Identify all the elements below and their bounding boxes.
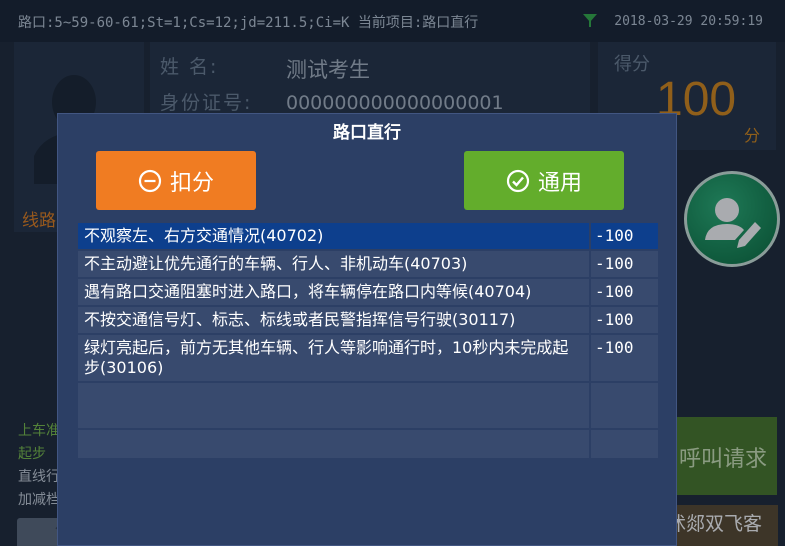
item-text: 不观察左、右方交通情况(40702): [78, 223, 591, 249]
dialog-title: 路口直行: [333, 123, 401, 143]
table-row[interactable]: 不主动避让优先通行的车辆、行人、非机动车(40703) -100: [78, 251, 658, 279]
item-score: -100: [595, 282, 634, 301]
deduction-dialog: 路口直行 扣分 通用 不观察左、右方交通情况(40702) -100 不主动避让…: [57, 113, 677, 546]
table-row[interactable]: 不按交通信号灯、标志、标线或者民警指挥信号行驶(30117) -100: [78, 307, 658, 335]
deduct-button[interactable]: 扣分: [96, 151, 256, 210]
table-row[interactable]: 不观察左、右方交通情况(40702) -100: [78, 223, 658, 251]
pass-label: 通用: [537, 170, 582, 196]
deduction-table: 不观察左、右方交通情况(40702) -100 不主动避让优先通行的车辆、行人、…: [78, 223, 658, 460]
check-circle-icon: [506, 169, 530, 192]
pass-button[interactable]: 通用: [464, 151, 624, 210]
item-score: -100: [595, 310, 634, 329]
item-score: -100: [595, 226, 634, 245]
table-row-empty: [78, 383, 658, 430]
item-score: -100: [595, 338, 634, 357]
deduct-label: 扣分: [169, 170, 214, 196]
minus-circle-icon: [138, 169, 162, 192]
table-row[interactable]: 绿灯亮起后，前方无其他车辆、行人等影响通行时，10秒内未完成起步(30106) …: [78, 335, 658, 383]
item-text: 绿灯亮起后，前方无其他车辆、行人等影响通行时，10秒内未完成起步(30106): [78, 335, 591, 381]
item-text: 不主动避让优先通行的车辆、行人、非机动车(40703): [78, 251, 591, 277]
item-score: -100: [595, 254, 634, 273]
item-text: 不按交通信号灯、标志、标线或者民警指挥信号行驶(30117): [78, 307, 591, 333]
table-row[interactable]: 遇有路口交通阻塞时进入路口，将车辆停在路口内等候(40704) -100: [78, 279, 658, 307]
item-text: 遇有路口交通阻塞时进入路口，将车辆停在路口内等候(40704): [78, 279, 591, 305]
table-row-empty: [78, 430, 658, 460]
